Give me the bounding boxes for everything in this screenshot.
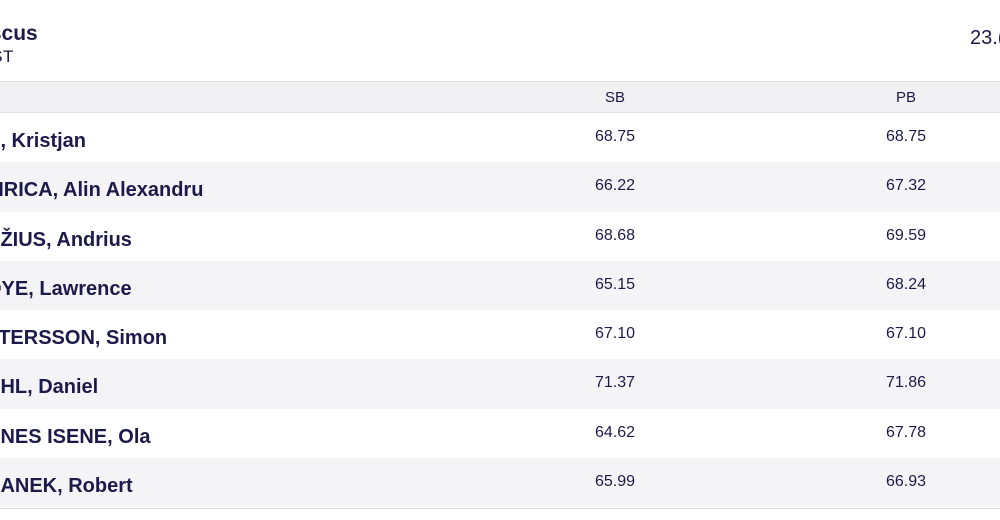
athlete-list: H, Kristjan 68.75 68.75 FIRICA, Alin Ale… — [0, 113, 1000, 508]
table-header: SB PB — [0, 81, 1000, 113]
season-best: 68.75 — [594, 128, 636, 145]
personal-best: 68.24 — [885, 275, 927, 293]
personal-best: 69.59 — [885, 226, 927, 244]
personal-best: 66.93 — [885, 473, 927, 491]
table-row[interactable]: FIRICA, Alin Alexandru 66.22 67.32 — [0, 162, 1000, 212]
column-header-sb: SB — [604, 89, 625, 106]
season-best: 65.99 — [594, 473, 636, 491]
event-date: 23.( — [970, 27, 1000, 49]
table-row[interactable]: BANEK, Robert 65.99 66.93 — [0, 458, 1000, 508]
season-best: 67.10 — [594, 325, 636, 343]
athlete-name[interactable]: H, Kristjan — [0, 130, 86, 153]
table-row[interactable]: TTERSSON, Simon 67.10 67.10 — [0, 310, 1000, 360]
season-best: 66.22 — [594, 177, 636, 195]
event-subtitle: IST — [0, 47, 14, 66]
table-bottom-divider — [0, 508, 1000, 509]
table-row[interactable]: AHL, Daniel 71.37 71.86 — [0, 359, 1000, 409]
season-best: 65.15 — [594, 275, 636, 293]
personal-best: 67.32 — [885, 177, 927, 195]
table-row[interactable]: DŽIUS, Andrius 68.68 69.59 — [0, 211, 1000, 261]
athlete-name[interactable]: OYE, Lawrence — [0, 278, 132, 301]
athlete-name[interactable]: DŽIUS, Andrius — [0, 229, 132, 252]
table-row[interactable]: UNES ISENE, Ola 64.62 67.78 — [0, 408, 1000, 459]
athlete-name[interactable]: FIRICA, Alin Alexandru — [0, 179, 203, 202]
athlete-name[interactable]: TTERSSON, Simon — [0, 327, 167, 350]
column-header-pb: PB — [895, 89, 916, 106]
athlete-name[interactable]: UNES ISENE, Ola — [0, 426, 151, 449]
athlete-name[interactable]: AHL, Daniel — [0, 376, 98, 399]
table-row[interactable]: H, Kristjan 68.75 68.75 — [0, 113, 1000, 163]
season-best: 71.37 — [594, 374, 636, 392]
personal-best: 67.78 — [885, 423, 927, 441]
personal-best: 68.75 — [885, 128, 927, 145]
event-header: iscus IST 23.( — [0, 0, 1000, 80]
event-title: iscus — [0, 22, 38, 45]
athlete-name[interactable]: BANEK, Robert — [0, 475, 133, 498]
season-best: 68.68 — [594, 226, 636, 244]
table-row[interactable]: OYE, Lawrence 65.15 68.24 — [0, 260, 1000, 311]
personal-best: 71.86 — [885, 374, 927, 392]
season-best: 64.62 — [594, 423, 636, 441]
personal-best: 67.10 — [885, 325, 927, 343]
